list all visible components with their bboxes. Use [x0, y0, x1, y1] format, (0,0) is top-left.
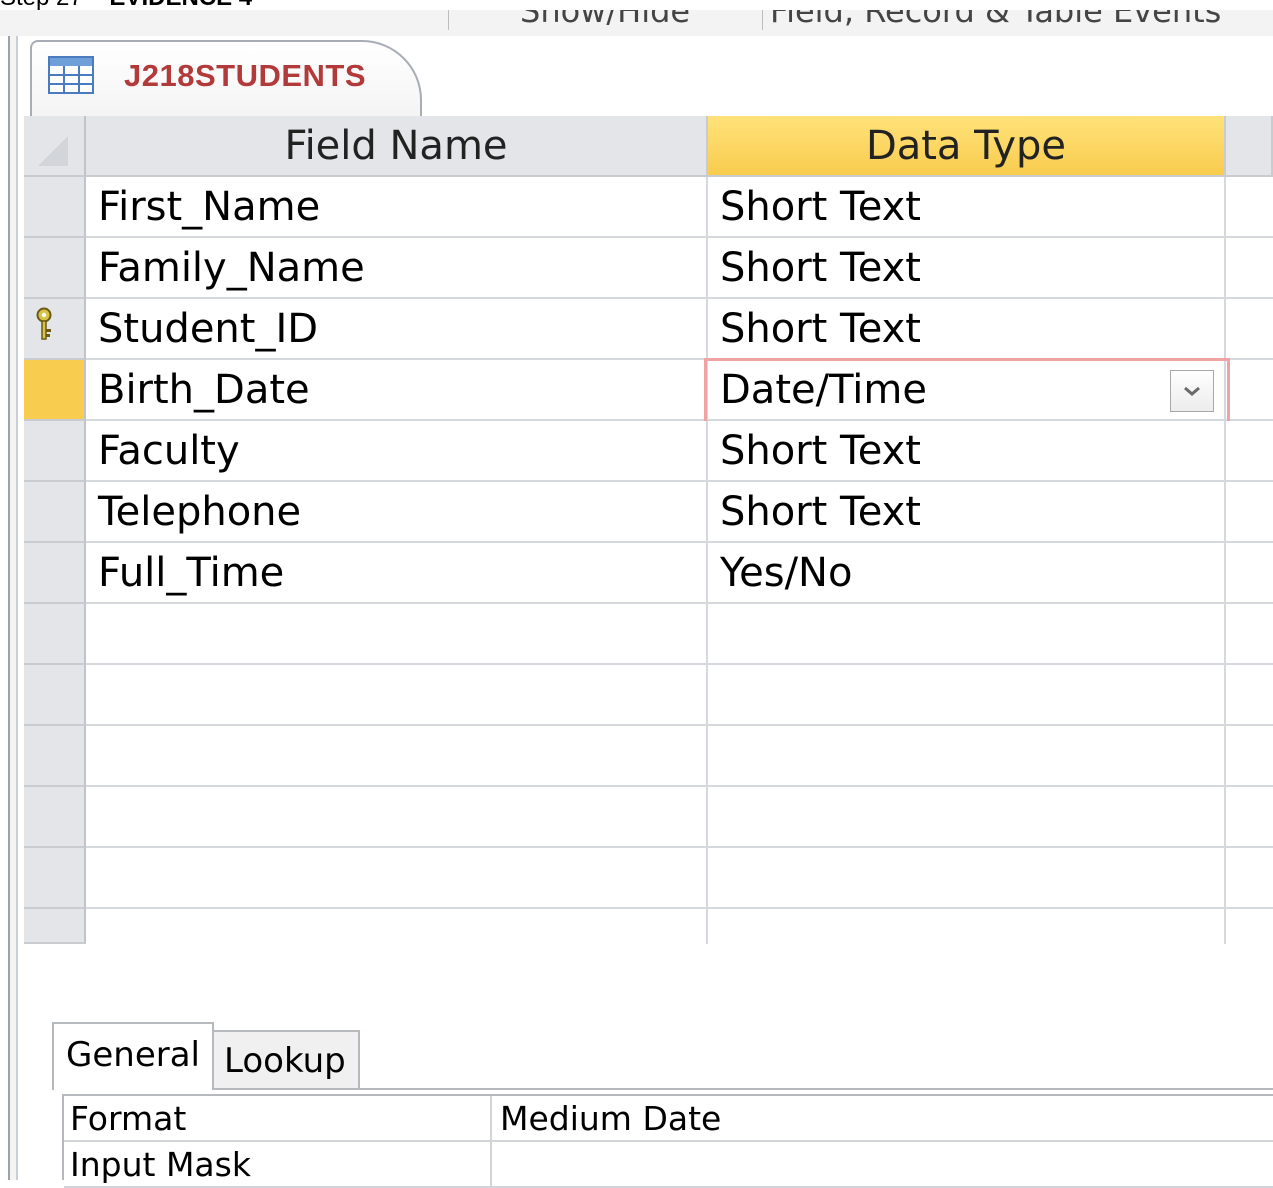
empty-row — [24, 848, 1273, 909]
column-header-field-name: Field Name — [86, 116, 708, 177]
field-name-cell[interactable] — [86, 909, 708, 944]
empty-row — [24, 909, 1273, 944]
data-type-cell[interactable]: Yes/No — [708, 543, 1226, 604]
description-cell[interactable] — [1226, 909, 1273, 944]
data-type-combobox[interactable]: Date/Time — [708, 360, 1226, 421]
row-selector[interactable] — [24, 421, 86, 482]
description-cell[interactable] — [1226, 177, 1273, 238]
table-icon — [48, 56, 94, 94]
row-selector[interactable] — [24, 299, 86, 360]
data-type-cell[interactable]: Short Text — [708, 177, 1226, 238]
row-selector[interactable] — [24, 909, 86, 944]
tab-general[interactable]: General — [52, 1022, 214, 1090]
top-strip: Step 27 – EVIDENCE 4 Show/Hide Field, Re… — [0, 0, 1273, 36]
data-type-cell[interactable]: Short Text — [708, 299, 1226, 360]
property-name: Input Mask — [64, 1142, 492, 1188]
field-name-cell[interactable] — [86, 787, 708, 848]
field-name-cell[interactable] — [86, 665, 708, 726]
table-row: Birth_Date Date/Time — [24, 358, 1273, 425]
description-cell[interactable] — [1226, 299, 1273, 360]
grid-header-row: Field Name Data Type — [24, 116, 1273, 177]
data-type-cell[interactable] — [708, 848, 1226, 909]
description-cell[interactable] — [1226, 848, 1273, 909]
field-name-cell[interactable]: Birth_Date — [86, 360, 708, 421]
field-name-cell[interactable]: Full_Time — [86, 543, 708, 604]
ribbon-separator — [448, 10, 449, 30]
empty-row — [24, 787, 1273, 848]
description-cell[interactable] — [1226, 482, 1273, 543]
key-icon — [36, 307, 52, 340]
window-left-border — [8, 36, 18, 1180]
property-row[interactable]: Format Medium Date — [64, 1096, 1273, 1142]
chevron-down-icon — [1184, 386, 1200, 396]
row-selector[interactable] — [24, 482, 86, 543]
ribbon-group-show-hide[interactable]: Show/Hide — [520, 10, 690, 30]
field-name-cell[interactable]: Family_Name — [86, 238, 708, 299]
row-selector[interactable] — [24, 604, 86, 665]
description-cell[interactable] — [1226, 238, 1273, 299]
data-type-dropdown-button[interactable] — [1170, 370, 1214, 412]
data-type-cell[interactable]: Short Text — [708, 421, 1226, 482]
field-name-cell[interactable] — [86, 726, 708, 787]
row-selector[interactable] — [24, 848, 86, 909]
data-type-cell[interactable] — [708, 909, 1226, 944]
data-type-cell[interactable] — [708, 787, 1226, 848]
row-selector[interactable] — [24, 665, 86, 726]
field-name-cell[interactable] — [86, 848, 708, 909]
row-selector-current[interactable] — [24, 360, 86, 421]
properties-table: Format Medium Date Input Mask — [62, 1094, 1273, 1188]
select-all-corner[interactable] — [24, 116, 86, 177]
field-name-cell[interactable]: Student_ID — [86, 299, 708, 360]
data-type-cell[interactable]: Short Text — [708, 238, 1226, 299]
data-type-cell[interactable]: Short Text — [708, 482, 1226, 543]
table-row: Family_Name Short Text — [24, 238, 1273, 299]
description-cell[interactable] — [1226, 604, 1273, 665]
data-type-cell[interactable] — [708, 726, 1226, 787]
property-value-format[interactable]: Medium Date — [500, 1096, 721, 1142]
table-row: Full_Time Yes/No — [24, 543, 1273, 604]
description-cell[interactable] — [1226, 360, 1273, 421]
tab-lookup[interactable]: Lookup — [210, 1030, 360, 1088]
data-type-cell[interactable] — [708, 665, 1226, 726]
row-selector[interactable] — [24, 238, 86, 299]
row-selector[interactable] — [24, 787, 86, 848]
row-selector[interactable] — [24, 726, 86, 787]
empty-row — [24, 726, 1273, 787]
ribbon-strip: Show/Hide Field, Record & Table Events — [0, 10, 1273, 36]
data-type-cell[interactable] — [708, 604, 1226, 665]
corner-triangle — [38, 136, 68, 166]
table-row: Telephone Short Text — [24, 482, 1273, 543]
empty-row — [24, 604, 1273, 665]
ribbon-group-field-record-table-events[interactable]: Field, Record & Table Events — [770, 10, 1221, 30]
empty-row — [24, 665, 1273, 726]
document-tab-title: J218STUDENTS — [124, 58, 367, 93]
field-name-cell[interactable]: Telephone — [86, 482, 708, 543]
tab-strip-divider — [52, 1088, 1273, 1090]
table-row: Faculty Short Text — [24, 421, 1273, 482]
field-name-cell[interactable] — [86, 604, 708, 665]
description-cell[interactable] — [1226, 787, 1273, 848]
description-cell[interactable] — [1226, 665, 1273, 726]
column-header-data-type: Data Type — [708, 116, 1226, 177]
description-cell[interactable] — [1226, 726, 1273, 787]
field-name-cell[interactable]: First_Name — [86, 177, 708, 238]
property-name: Format — [64, 1096, 492, 1142]
row-selector[interactable] — [24, 543, 86, 604]
column-header-description — [1226, 116, 1273, 177]
description-cell[interactable] — [1226, 543, 1273, 604]
table-row: Student_ID Short Text — [24, 299, 1273, 360]
field-name-cell[interactable]: Faculty — [86, 421, 708, 482]
row-selector[interactable] — [24, 177, 86, 238]
description-cell[interactable] — [1226, 421, 1273, 482]
property-row[interactable]: Input Mask — [64, 1142, 1273, 1188]
table-design-grid: Field Name Data Type First_Name Short Te… — [24, 116, 1273, 944]
table-row: First_Name Short Text — [24, 177, 1273, 238]
ribbon-separator — [762, 10, 763, 30]
